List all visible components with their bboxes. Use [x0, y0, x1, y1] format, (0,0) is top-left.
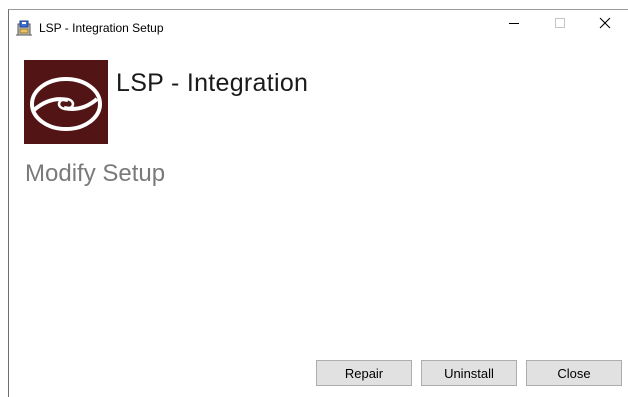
- window-title: LSP - Integration Setup: [39, 21, 164, 35]
- product-title: LSP - Integration: [116, 69, 309, 97]
- uninstall-button[interactable]: Uninstall: [421, 360, 517, 386]
- repair-button[interactable]: Repair: [316, 360, 412, 386]
- close-icon: [599, 16, 611, 34]
- close-button[interactable]: Close: [526, 360, 622, 386]
- title-bar[interactable]: LSP - Integration Setup: [9, 10, 628, 40]
- setup-window: LSP - Integration Setup LSP - Integratio…: [8, 9, 628, 397]
- maximize-icon: [554, 16, 566, 34]
- minimize-icon: [508, 16, 520, 34]
- installer-icon: [15, 19, 33, 37]
- close-window-button[interactable]: [582, 10, 628, 40]
- minimize-button[interactable]: [491, 10, 537, 40]
- maximize-button[interactable]: [537, 10, 583, 40]
- page-heading: Modify Setup: [25, 160, 166, 187]
- product-logo: [24, 60, 108, 144]
